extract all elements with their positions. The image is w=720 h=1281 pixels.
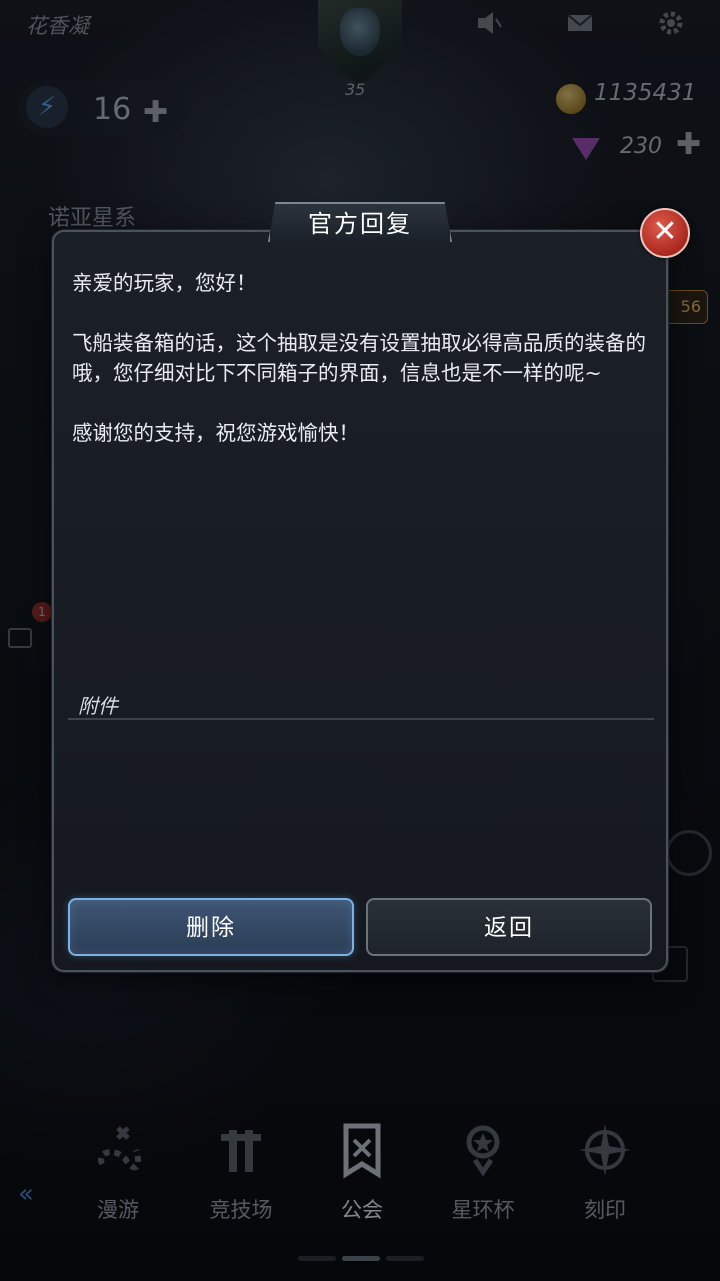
arena-icon bbox=[221, 1130, 261, 1172]
message-closing: 感谢您的支持，祝您游戏愉快！ bbox=[72, 421, 359, 445]
nav-label-roam: 漫游 bbox=[97, 1198, 139, 1222]
back-button[interactable]: 返回 bbox=[366, 898, 652, 956]
notification-badge: 1 bbox=[32, 602, 52, 622]
player-name: 花香凝 bbox=[26, 14, 89, 38]
add-gems-icon[interactable]: ✚ bbox=[676, 130, 701, 160]
gear-icon[interactable] bbox=[656, 8, 686, 38]
close-button[interactable]: ✕ bbox=[640, 208, 690, 258]
radar-icon[interactable] bbox=[666, 830, 712, 876]
message-body: 亲爱的玩家，您好！ 飞船装备箱的话，这个抽取是没有设置抽取必得高品质的装备的哦，… bbox=[72, 268, 658, 478]
nav-item-star-cup[interactable]: 星环杯 bbox=[428, 1110, 538, 1224]
lightning-icon: ⚡ bbox=[26, 86, 68, 128]
attachment-divider bbox=[68, 718, 654, 720]
coin-value: 1135431 bbox=[594, 80, 697, 106]
player-level: 35 bbox=[345, 80, 366, 99]
coin-icon bbox=[556, 84, 586, 114]
nav-item-roam[interactable]: 漫游 bbox=[63, 1110, 173, 1224]
nav-label-guild: 公会 bbox=[341, 1198, 383, 1222]
mail-icon[interactable] bbox=[565, 8, 595, 38]
nav-item-engrave[interactable]: 刻印 bbox=[550, 1110, 660, 1224]
guild-banner-icon bbox=[343, 1123, 381, 1179]
trophy-icon bbox=[466, 1125, 500, 1177]
delete-button[interactable]: 删除 bbox=[68, 898, 354, 956]
pager-dot-3 bbox=[386, 1256, 424, 1261]
dialog-title-tab: 官方回复 bbox=[268, 202, 452, 242]
gem-value: 230 bbox=[620, 134, 662, 159]
add-energy-icon[interactable]: ✚ bbox=[143, 98, 168, 128]
message-text: 飞船装备箱的话，这个抽取是没有设置抽取必得高品质的装备的哦，您仔细对比下不同箱子… bbox=[72, 331, 646, 385]
player-avatar[interactable] bbox=[318, 0, 402, 86]
dialog-title: 官方回复 bbox=[308, 210, 412, 238]
nav-label-arena: 竞技场 bbox=[209, 1198, 273, 1222]
gem-icon bbox=[572, 138, 600, 160]
energy-value: 16 bbox=[93, 92, 132, 127]
pager-dot-1 bbox=[298, 1256, 336, 1261]
system-name: 诺亚星系 bbox=[48, 206, 137, 231]
speaker-icon[interactable] bbox=[474, 8, 504, 38]
nav-label-engrave: 刻印 bbox=[584, 1198, 626, 1222]
attachment-label: 附件 bbox=[78, 694, 118, 718]
avatar-portrait bbox=[340, 8, 380, 56]
star-compass-icon bbox=[579, 1124, 631, 1176]
pager-dot-2 bbox=[342, 1256, 380, 1261]
roam-icon bbox=[98, 1126, 142, 1171]
message-greeting: 亲爱的玩家，您好！ bbox=[72, 271, 257, 295]
nav-label-star-cup: 星环杯 bbox=[451, 1198, 515, 1222]
close-icon: ✕ bbox=[652, 214, 678, 249]
chat-icon[interactable] bbox=[8, 628, 32, 648]
nav-item-guild[interactable]: 公会 bbox=[307, 1110, 417, 1224]
nav-item-arena[interactable]: 竞技场 bbox=[186, 1110, 296, 1224]
